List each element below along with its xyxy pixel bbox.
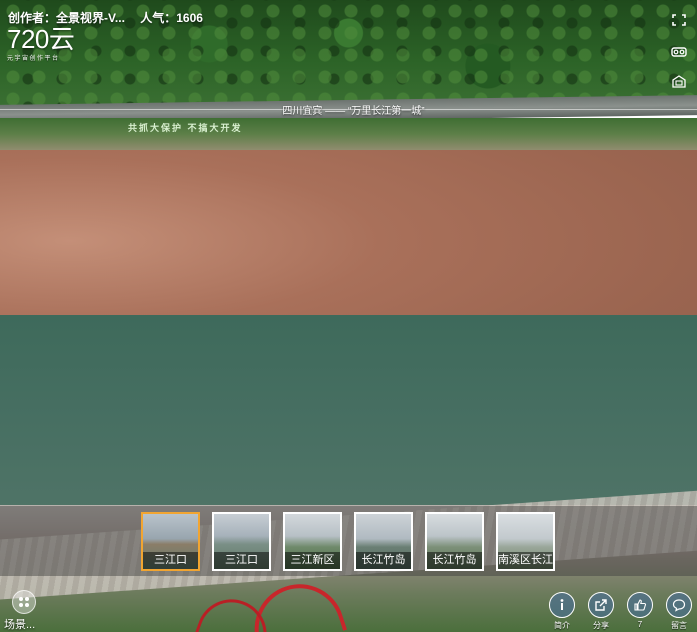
vr-glasses-icon[interactable]	[671, 45, 687, 59]
scene-thumbnail-list: 三江口 三江口 三江新区 长江竹岛 长江竹岛 南溪区长江村	[141, 512, 555, 571]
scene-thumbnail[interactable]: 长江竹岛	[354, 512, 413, 571]
bank-slogan: 共抓大保护 不搞大开发	[128, 123, 243, 133]
scene-title: 四川宜宾 —— “万里长江第一城”	[282, 106, 425, 117]
scene-list-button[interactable]	[12, 590, 36, 614]
like-button[interactable]: 7	[627, 592, 653, 631]
thumbnail-label: 南溪区长江村	[498, 552, 553, 569]
scene-thumbnail[interactable]: 三江新区	[283, 512, 342, 571]
comment-button[interactable]: 留言	[666, 592, 692, 631]
thumbs-up-icon	[634, 599, 647, 611]
comment-icon	[672, 599, 686, 612]
action-circle	[666, 592, 692, 618]
popularity-count: 人气：1606	[140, 11, 203, 25]
action-circle	[549, 592, 575, 618]
thumbnail-label: 长江竹岛	[427, 552, 482, 569]
intro-label: 简介	[554, 621, 570, 630]
like-count: 7	[637, 620, 643, 629]
scene-list-label[interactable]: 场景...	[4, 616, 35, 632]
share-button[interactable]: 分享	[588, 592, 614, 631]
scene-thumbnail[interactable]: 三江口	[141, 512, 200, 571]
scene-thumbnail[interactable]: 南溪区长江村	[496, 512, 555, 571]
logo-text: 720云	[7, 24, 75, 54]
thumbnail-label: 长江竹岛	[356, 552, 411, 569]
logo-subtitle: 元宇宙创作平台	[7, 56, 60, 62]
action-circle	[588, 592, 614, 618]
thumbnail-label: 三江新区	[285, 552, 340, 569]
intro-button[interactable]: 简介	[549, 592, 575, 631]
fullscreen-icon[interactable]	[671, 13, 687, 27]
share-label: 分享	[593, 621, 609, 630]
share-icon	[595, 599, 607, 611]
comment-label: 留言	[671, 621, 687, 630]
action-circle	[627, 592, 653, 618]
scene-thumbnail[interactable]: 三江口	[212, 512, 271, 571]
scene-thumbnail[interactable]: 长江竹岛	[425, 512, 484, 571]
gyroscope-icon[interactable]	[671, 75, 687, 89]
author-name[interactable]: 创作者：全景视界-V...	[8, 11, 125, 25]
grid-icon	[19, 597, 29, 607]
thumbnail-label: 三江口	[143, 552, 198, 569]
site-logo[interactable]: 720云 元宇宙创作平台	[7, 24, 75, 62]
action-bar: 简介 分享 7 留言	[549, 592, 692, 631]
thumbnail-label: 三江口	[214, 552, 269, 569]
info-icon	[560, 599, 564, 610]
